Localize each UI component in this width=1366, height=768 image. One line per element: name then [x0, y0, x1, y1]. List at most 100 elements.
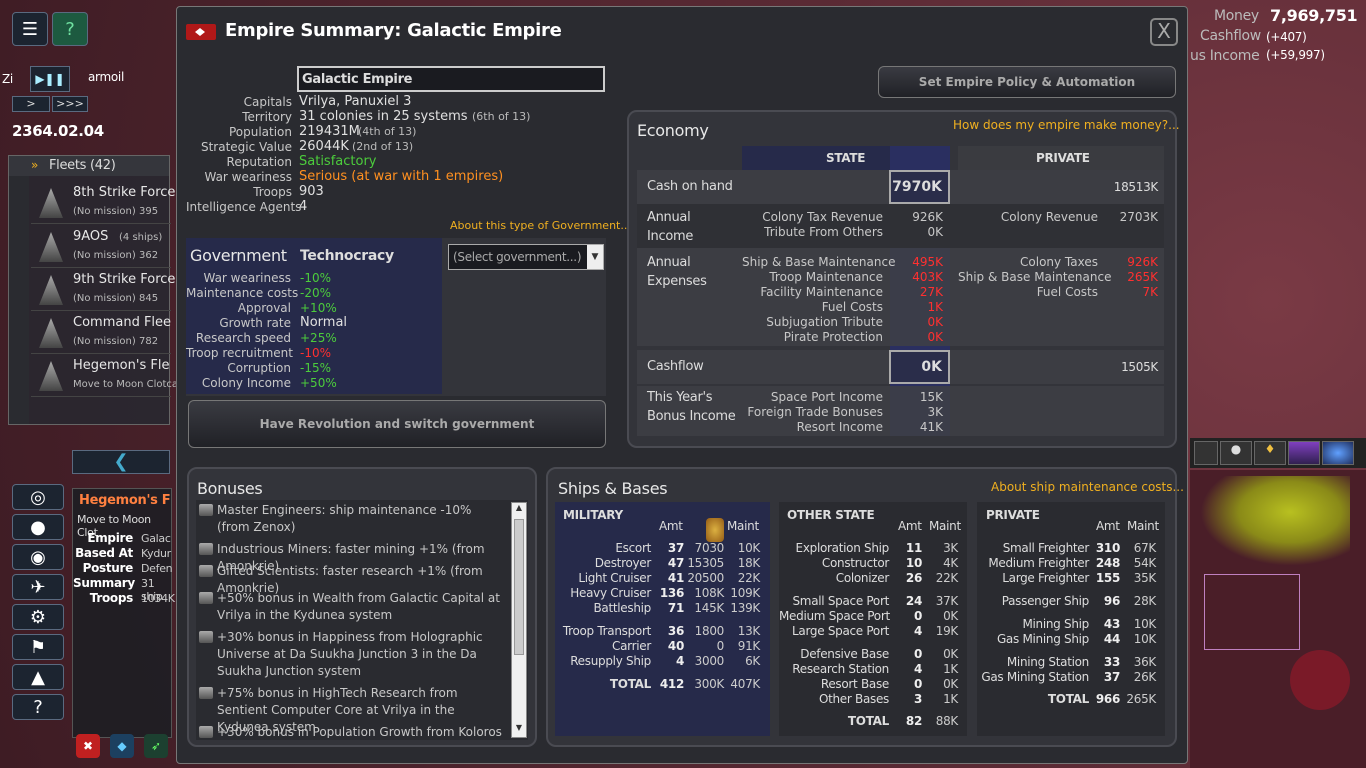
target-icon[interactable]: ◎: [12, 484, 64, 510]
gov-approval-label: Approval: [237, 301, 291, 315]
empire-flag-icon: [186, 24, 216, 40]
collapse-left-icon[interactable]: ❮: [72, 450, 170, 474]
minimap[interactable]: [1190, 470, 1366, 768]
private-row-amt: 248: [1095, 556, 1120, 570]
government-type: Technocracy: [300, 248, 394, 264]
left-hud: ☰ ? Zi ▶❚❚ armoil > >>> 2364.02.04 » Fle…: [0, 0, 178, 768]
money-value: 7,969,751: [1270, 6, 1358, 25]
economy-help-link[interactable]: How does my empire make money?...: [953, 118, 1180, 132]
world-filter-icon[interactable]: [1322, 441, 1354, 465]
private-row-label: Mining Ship: [1022, 617, 1089, 631]
map-label-turmoil: armoil: [88, 70, 124, 84]
other-row-maint: 88K: [935, 714, 959, 728]
military-row-maint: 22K: [737, 571, 761, 585]
fuel-icon[interactable]: ◆: [110, 734, 134, 758]
other-row-amt: 26: [905, 571, 922, 585]
fleet-row[interactable]: Hegemon's Fle Move to Moon Clotca: [31, 355, 178, 397]
military-row-amt: 40: [667, 639, 684, 653]
cashflow-label: Cashflow: [1200, 28, 1261, 44]
military-table: [555, 502, 770, 736]
fleet-row[interactable]: Command Flee (No mission) 782: [31, 312, 171, 354]
about-government-link[interactable]: About this type of Government...: [450, 219, 631, 232]
fleet-row[interactable]: 9th Strike Force (No mission) 845: [31, 269, 175, 311]
selected-empire-label: Empire: [87, 531, 133, 545]
ship-icon: [39, 188, 63, 218]
weapon-icon[interactable]: ➶: [144, 734, 168, 758]
military-row-label: TOTAL: [609, 677, 651, 691]
revolution-button[interactable]: Have Revolution and switch government: [188, 400, 606, 448]
pexp-fuel-label: Fuel Costs: [1036, 285, 1098, 299]
military-row-maint: 18K: [737, 556, 761, 570]
resort-income-value: 41K: [919, 420, 943, 434]
galaxy-filter-icon[interactable]: [1194, 441, 1218, 465]
planet-filter-icon[interactable]: ●: [1220, 441, 1252, 465]
menu-list-icon[interactable]: ☰: [12, 12, 48, 46]
strategic-value-label: Strategic Value: [200, 140, 292, 154]
military-row-amt: 412: [659, 677, 684, 691]
military-row-cost: 15305: [687, 556, 724, 570]
space-port-income-value: 15K: [919, 390, 943, 404]
selected-summary-label: Summary: [73, 576, 135, 590]
ships-header: Ships & Bases: [558, 479, 668, 498]
government-select[interactable]: (Select government...) ▼: [448, 244, 604, 270]
other-amt-header: Amt: [898, 519, 922, 533]
government-header: Government: [190, 246, 287, 265]
military-row-cost: 0: [716, 639, 725, 653]
military-amt-header: Amt: [659, 519, 683, 533]
gear-icon[interactable]: ⚙: [12, 604, 64, 630]
fleet-extra: 782: [139, 336, 159, 347]
military-maint-header: Maint: [727, 519, 759, 533]
colony-tax-label: Colony Tax Revenue: [762, 210, 883, 224]
pexp-ship-base-label: Ship & Base Maintenance: [958, 270, 1112, 284]
fleet-row[interactable]: 9AOS (4 ships) (No mission) 362: [31, 226, 171, 268]
fleet-name: Command Flee: [73, 315, 172, 330]
strategic-value-value: 26044K: [299, 139, 349, 154]
scroll-up-icon[interactable]: ▲: [512, 503, 526, 517]
chevron-down-icon[interactable]: ▼: [587, 245, 603, 269]
scroll-down-icon[interactable]: ▼: [512, 723, 526, 737]
empire-name-input[interactable]: [297, 66, 605, 92]
empire-policy-button[interactable]: Set Empire Policy & Automation: [878, 66, 1176, 98]
speed-fast-button[interactable]: >>>: [52, 96, 88, 112]
military-row-cost: 108K: [694, 586, 724, 600]
nebula-filter-icon[interactable]: [1288, 441, 1320, 465]
military-row-label: Carrier: [612, 639, 651, 653]
close-button[interactable]: X: [1150, 18, 1178, 46]
troops-label: Troops: [253, 185, 292, 199]
eye-icon[interactable]: ◉: [12, 544, 64, 570]
selected-based-label: Based At: [75, 546, 133, 560]
other-row-amt: 0: [913, 609, 922, 623]
ship-nav-icon[interactable]: ✈: [12, 574, 64, 600]
help-icon[interactable]: ?: [52, 12, 88, 46]
star-filter-icon[interactable]: ♦: [1254, 441, 1286, 465]
other-row-label: Medium Space Port: [779, 609, 890, 623]
speed-slow-button[interactable]: >: [12, 96, 50, 112]
fleet-filter-strip[interactable]: [9, 176, 29, 424]
fleet-group-icon[interactable]: ▲: [12, 664, 64, 690]
other-row-maint: 19K: [935, 624, 959, 638]
gov-troop-recruitment-value: -10%: [300, 346, 332, 360]
other-row-amt: 82: [905, 714, 922, 728]
private-row-label: Mining Station: [1006, 655, 1089, 669]
exp-subjugation-label: Subjugation Tribute: [766, 315, 883, 329]
bonuses-scrollbar[interactable]: ▲ ▼: [511, 502, 527, 738]
military-row-cost: 3000: [694, 654, 725, 668]
play-pause-button[interactable]: ▶❚❚: [30, 66, 70, 92]
planet-icon[interactable]: ●: [12, 514, 64, 540]
fleet-name: 9th Strike Force: [73, 272, 176, 287]
other-state-header: OTHER STATE: [787, 508, 875, 522]
fleet-row[interactable]: 8th Strike Force (No mission) 395: [31, 182, 175, 224]
scroll-thumb[interactable]: [514, 519, 524, 655]
ship-maintenance-link[interactable]: About ship maintenance costs...: [991, 480, 1184, 494]
flag-icon[interactable]: ⚑: [12, 634, 64, 660]
question-icon[interactable]: ?: [12, 694, 64, 720]
government-select-value: (Select government...): [453, 250, 582, 264]
military-row-cost: 145K: [694, 601, 724, 615]
military-row-label: Heavy Cruiser: [570, 586, 651, 600]
private-col-header: PRIVATE: [1036, 151, 1090, 165]
scrap-icon[interactable]: ✖: [76, 734, 100, 758]
military-row-label: Escort: [615, 541, 651, 555]
other-row-maint: 1K: [943, 662, 958, 676]
exp-troop-value: 403K: [912, 270, 943, 284]
private-row-maint: 10K: [1133, 632, 1157, 646]
